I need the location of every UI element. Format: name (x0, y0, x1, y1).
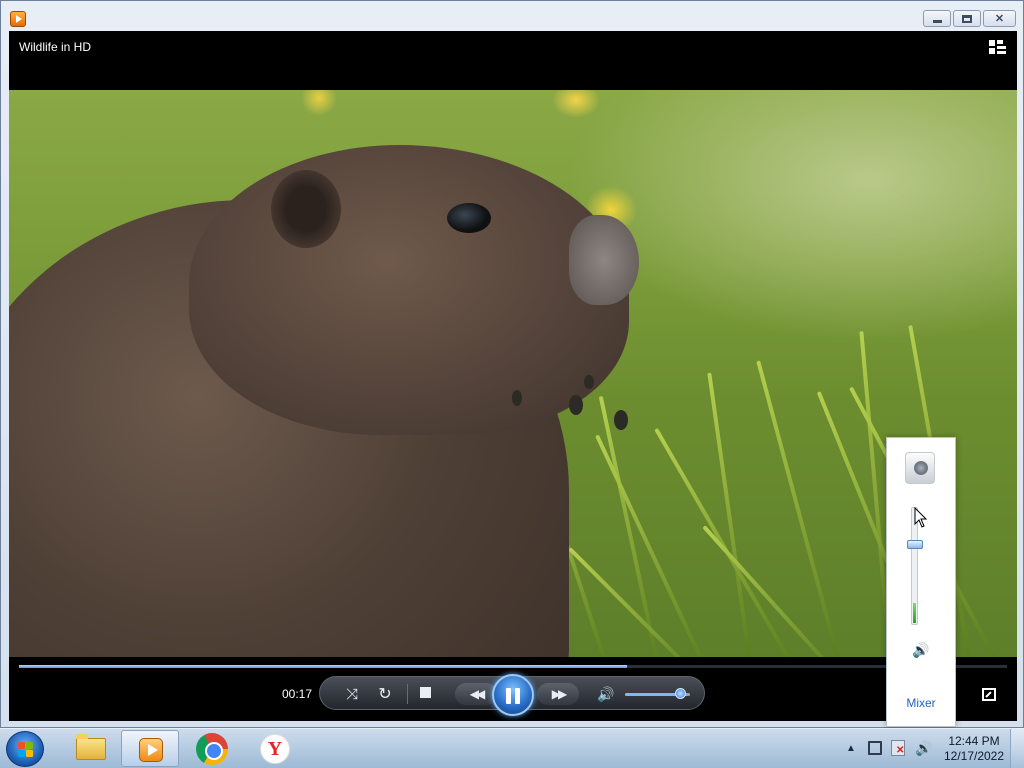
master-volume-thumb[interactable] (907, 540, 923, 549)
clock-date: 12/17/2022 (943, 749, 1005, 763)
chrome-icon (196, 733, 228, 765)
marmot-nose (569, 215, 639, 305)
minimize-button[interactable] (923, 10, 951, 27)
pause-icon (506, 688, 511, 704)
clock[interactable]: 12:44 PM 12/17/2022 (939, 734, 1009, 764)
volume-popup: 🔊 Mixer (886, 437, 956, 727)
now-playing-area: Wildlife in HD 00:17 ⤨ ↻ ◀◀ ▶▶ 🔊 (9, 31, 1017, 721)
pause-button[interactable] (492, 674, 534, 716)
yandex-icon: Y (260, 734, 290, 764)
windows-media-player-icon (139, 738, 163, 762)
volume-slider-thumb[interactable] (675, 688, 687, 699)
mouse-cursor (914, 507, 928, 528)
maximize-button[interactable] (953, 10, 981, 27)
marmot-eye (447, 203, 491, 233)
seek-bar[interactable] (19, 665, 1007, 668)
taskbar-explorer[interactable] (60, 730, 118, 767)
taskbar-yandex[interactable]: Y (245, 730, 303, 767)
taskbar-media-player[interactable] (121, 730, 179, 767)
taskbar-chrome[interactable] (184, 730, 242, 767)
stop-button[interactable] (420, 687, 431, 698)
volume-tray-icon[interactable]: 🔊 (915, 740, 932, 757)
media-player-window: ✕ Wildlife in HD 00:17 ⤨ ↻ ◀◀ ▶▶ 🔊 (0, 0, 1024, 728)
switch-to-library-icon[interactable] (989, 40, 1007, 55)
mute-button[interactable]: 🔊 (595, 684, 617, 704)
show-hidden-icons-button[interactable]: ▲ (846, 743, 856, 754)
close-button[interactable]: ✕ (983, 10, 1016, 27)
next-button[interactable]: ▶▶ (537, 683, 579, 705)
close-icon: ✕ (994, 13, 1005, 25)
shuffle-button[interactable]: ⤨ (342, 684, 362, 704)
show-desktop-button[interactable] (1010, 729, 1024, 768)
marmot-ear (271, 170, 341, 248)
windows-media-player-icon[interactable] (10, 11, 26, 27)
video-frame[interactable] (9, 90, 1017, 657)
seek-bar-progress (19, 665, 627, 668)
volume-slider-fill (625, 693, 681, 696)
media-title: Wildlife in HD (19, 40, 92, 54)
network-icon[interactable] (868, 741, 882, 755)
marmot-head (189, 145, 629, 435)
maximize-icon (962, 14, 972, 23)
speaker-device-icon[interactable] (905, 452, 935, 484)
clock-time: 12:44 PM (948, 734, 1000, 748)
folder-icon (76, 734, 106, 760)
mute-speakers-icon[interactable]: 🔊 (912, 642, 929, 659)
volume-level-meter (913, 603, 916, 623)
action-center-icon[interactable] (891, 740, 905, 756)
taskbar: Y ▲ 🔊 12:44 PM 12/17/2022 (0, 728, 1024, 768)
title-bar[interactable]: ✕ (1, 1, 1023, 31)
start-button[interactable] (6, 731, 44, 767)
minimize-icon (932, 19, 942, 23)
window-controls: ✕ (923, 10, 1016, 27)
mixer-link[interactable]: Mixer (887, 696, 955, 710)
fullscreen-button[interactable] (982, 688, 996, 701)
repeat-button[interactable]: ↻ (375, 684, 395, 704)
elapsed-time: 00:17 (282, 687, 313, 701)
previous-button[interactable]: ◀◀ (455, 683, 497, 705)
